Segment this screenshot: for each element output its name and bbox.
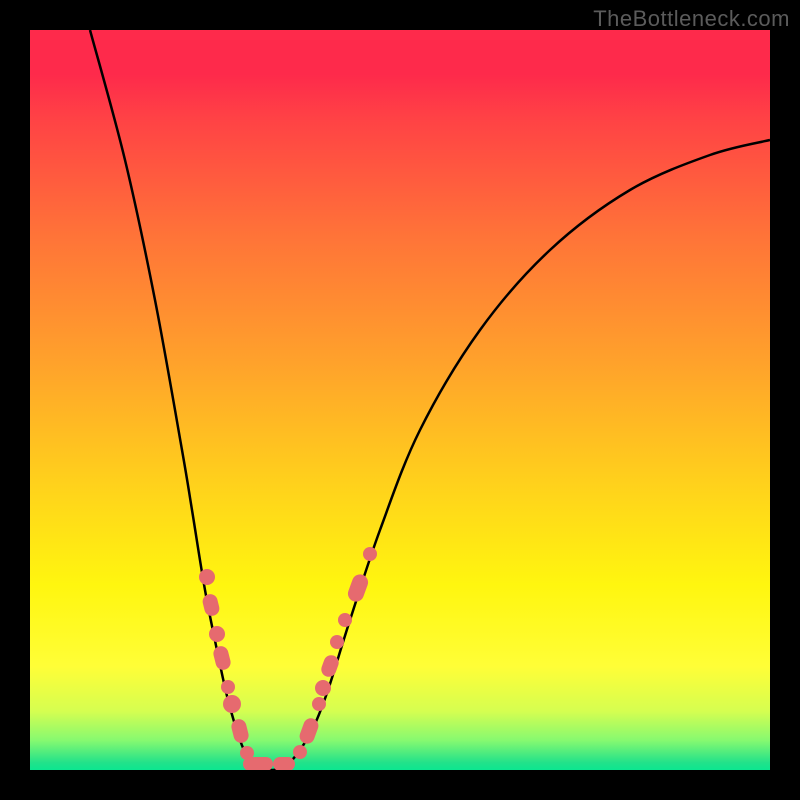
watermark-text: TheBottleneck.com: [593, 6, 790, 32]
app-frame: TheBottleneck.com: [0, 0, 800, 800]
gradient-panel: [30, 30, 770, 770]
